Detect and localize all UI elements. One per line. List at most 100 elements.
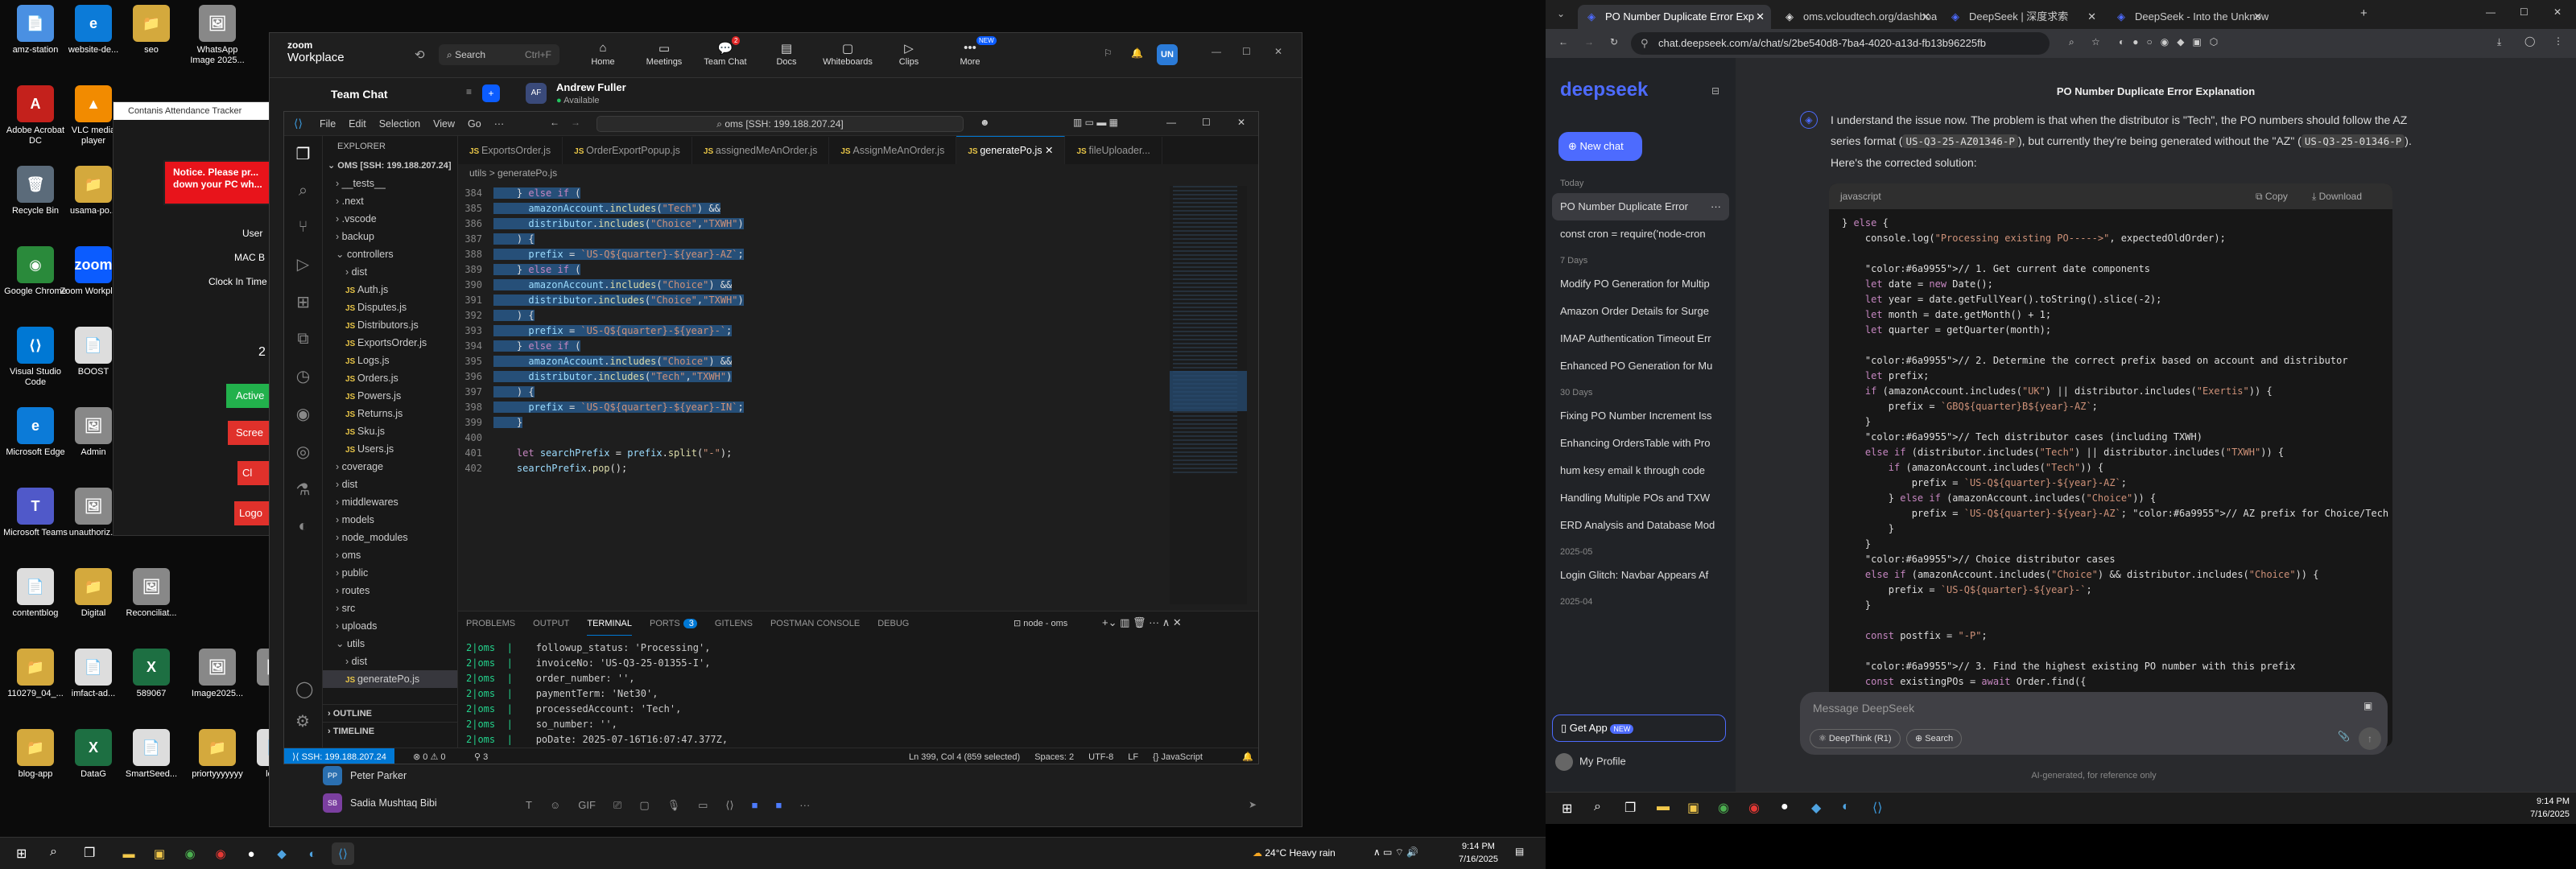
close-tab-icon[interactable]: ✕ xyxy=(1922,5,1930,29)
close-icon[interactable]: ✕ xyxy=(1274,46,1282,57)
file-item[interactable]: JS Orders.js xyxy=(323,369,457,387)
breadcrumb-item[interactable]: generatePo.js xyxy=(497,167,557,179)
video-icon[interactable]: ▭ xyxy=(698,799,708,818)
minimize-icon[interactable]: — xyxy=(1212,46,1221,57)
notifications-icon[interactable]: 🔔 xyxy=(1242,748,1253,764)
file-item[interactable]: JS Returns.js xyxy=(323,405,457,422)
zoom-nav-whiteboards[interactable]: ▢ Whiteboards xyxy=(817,36,878,76)
editor-tab[interactable]: JS OrderExportPopup.js xyxy=(563,137,692,164)
desktop-icon[interactable]: X 589067 xyxy=(118,649,185,699)
chat-history-item[interactable]: ERD Analysis and Database Mod xyxy=(1552,512,1729,539)
maximize-icon[interactable]: ☐ xyxy=(1202,117,1211,128)
download-button[interactable]: ⤓ Download xyxy=(2312,183,2362,209)
edge-icon[interactable]: ◐ xyxy=(1842,800,1850,814)
panel-tab-terminal[interactable]: TERMINAL xyxy=(587,612,632,636)
timeline-icon[interactable]: ◷ xyxy=(284,366,322,386)
desktop-icon[interactable]: 🖼 Reconciliat... xyxy=(118,568,185,619)
search-icon[interactable]: ⌕ xyxy=(50,845,57,859)
notification-center-icon[interactable]: ▤ xyxy=(1515,846,1524,857)
browser-tab[interactable]: ◈ DeepSeek | 深度求索 ✕ xyxy=(1942,5,2103,29)
close-tab-icon[interactable]: ✕ xyxy=(2087,5,2096,29)
app-icon[interactable]: ■ xyxy=(752,799,758,818)
forward-icon[interactable]: → xyxy=(571,117,580,128)
folder-item[interactable]: › backup xyxy=(323,228,457,245)
remote-explorer-icon[interactable]: ⧉ xyxy=(284,330,322,348)
folder-item[interactable]: › dist xyxy=(323,263,457,281)
settings-gear-icon[interactable]: ⚙ xyxy=(295,711,310,731)
code-icon[interactable]: ⟨⟩ xyxy=(725,799,733,818)
github-icon[interactable]: ● xyxy=(1781,800,1789,814)
zoom-nav-home[interactable]: ⌂ Home xyxy=(572,36,634,76)
browser-tab[interactable]: ◈ DeepSeek - Into the Unknown ✕ xyxy=(2107,5,2268,29)
folder-item[interactable]: › __tests__ xyxy=(323,175,457,192)
send-button[interactable]: ↑ xyxy=(2359,727,2381,750)
file-icon[interactable]: ▢ xyxy=(639,799,649,818)
remote-indicator[interactable]: ⟩⟨ SSH: 199.188.207.24 xyxy=(284,748,394,764)
close-icon[interactable]: ✕ xyxy=(1237,117,1245,128)
run-debug-icon[interactable]: ▷ xyxy=(284,254,322,274)
vscode-taskbar-icon[interactable]: ⟨⟩ xyxy=(1872,800,1882,816)
chat-history-item[interactable]: Modify PO Generation for Multip xyxy=(1552,270,1729,298)
vpn-icon[interactable]: ◆ xyxy=(270,842,293,865)
contact-item[interactable]: SB Sadia Mushtaq Bibi xyxy=(323,789,500,817)
breadcrumb-item[interactable]: utils xyxy=(469,167,489,179)
extensions-icons[interactable]: ◐●○◉◆▣⬡ xyxy=(2119,36,2226,47)
menu-selection-item[interactable]: Selection xyxy=(379,112,420,136)
terminal-output[interactable]: 2|oms | followup_status: 'Processing', 2|… xyxy=(466,640,1239,764)
minimize-icon[interactable]: — xyxy=(2486,6,2496,18)
task-view-icon[interactable]: ❐ xyxy=(84,845,95,861)
chat-history-item[interactable]: const cron = require('node-cron xyxy=(1552,220,1729,248)
file-item[interactable]: JS Distributors.js xyxy=(323,316,457,334)
menu--item[interactable]: ··· xyxy=(494,112,505,136)
testing-icon[interactable]: ⚗ xyxy=(284,480,322,500)
status-item[interactable]: {} JavaScript xyxy=(1153,748,1203,764)
github-icon[interactable]: ● xyxy=(240,842,262,865)
code-editor[interactable]: 384 } else if (385 amazonAccount.include… xyxy=(458,186,1126,604)
panel-tab-postman-console[interactable]: POSTMAN CONSOLE xyxy=(770,612,860,636)
back-icon[interactable]: ← xyxy=(1558,36,1568,47)
minimap[interactable] xyxy=(1170,186,1247,604)
folder-item[interactable]: ⌄ utils xyxy=(323,635,457,653)
store-icon[interactable]: ▣ xyxy=(148,842,171,865)
menu-edit-item[interactable]: Edit xyxy=(349,112,366,136)
source-control-icon[interactable]: ⑂ xyxy=(284,218,322,237)
audio-icon[interactable]: 🎙 xyxy=(667,799,681,818)
chat-history-item[interactable]: Handling Multiple POs and TXW xyxy=(1552,484,1729,512)
chat-history-item[interactable]: IMAP Authentication Timeout Err xyxy=(1552,325,1729,352)
terminal-actions-icon[interactable]: +⌄ ▥ 🗑 ··· ∧ ✕ xyxy=(1102,616,1182,629)
my-profile[interactable]: My Profile xyxy=(1555,753,1626,771)
status-item[interactable]: Spaces: 2 xyxy=(1034,748,1074,764)
panel-tab-problems[interactable]: PROBLEMS xyxy=(466,612,515,636)
browser-tab[interactable]: ◈ oms.vcloudtech.org/dashboard ✕ xyxy=(1776,5,1937,29)
file-explorer-icon[interactable]: ▬ xyxy=(1657,800,1670,814)
folder-item[interactable]: › coverage xyxy=(323,458,457,476)
close-tab-icon[interactable]: ✕ xyxy=(1045,145,1053,156)
chat-history-item[interactable]: Enhanced PO Generation for Mu xyxy=(1552,352,1729,380)
file-item[interactable]: JS Auth.js xyxy=(323,281,457,299)
menu-file-item[interactable]: File xyxy=(320,112,336,136)
vscode-window[interactable]: ⟨⟩ File Edit Selection View Go ··· ← → ⌕ oms … xyxy=(283,111,1259,764)
panel-tab-output[interactable]: OUTPUT xyxy=(533,612,569,636)
deepthink-button[interactable]: ⚛ DeepThink (R1) xyxy=(1810,729,1901,748)
browser-tab[interactable]: ◈ PO Number Duplicate Error Exp ✕ xyxy=(1578,5,1771,29)
file-item[interactable]: JS Sku.js xyxy=(323,422,457,440)
attendance-window[interactable]: Contanis Attendance Tracker Notice. Plea… xyxy=(113,101,290,536)
history-icon[interactable]: ⟲ xyxy=(415,47,425,62)
bookmark-star-icon[interactable]: ☆ xyxy=(2091,36,2100,47)
folder-item[interactable]: › src xyxy=(323,599,457,617)
folder-item[interactable]: › dist xyxy=(323,653,457,670)
chat-history-item[interactable]: Fixing PO Number Increment Iss xyxy=(1552,402,1729,430)
folder-item[interactable]: › uploads xyxy=(323,617,457,635)
menu-view-item[interactable]: View xyxy=(433,112,455,136)
problems-count[interactable]: ⊗ 0 ⚠ 0 xyxy=(413,748,445,764)
chrome-profile-icon[interactable]: ◉ xyxy=(1748,800,1760,816)
format-icon[interactable]: T xyxy=(526,799,532,818)
task-view-icon[interactable]: ❐ xyxy=(1624,800,1636,816)
app2-icon[interactable]: ■ xyxy=(775,799,782,818)
desktop-icon[interactable]: 📁 seo xyxy=(118,5,185,56)
folder-item[interactable]: › models xyxy=(323,511,457,529)
account-icon[interactable]: ◯ xyxy=(295,679,313,699)
status-item[interactable]: Ln 399, Col 4 (859 selected) xyxy=(909,748,1020,764)
image-icon[interactable]: ▣ xyxy=(2363,700,2372,711)
zoom-search[interactable]: ⌕ Search Ctrl+F xyxy=(439,44,559,65)
